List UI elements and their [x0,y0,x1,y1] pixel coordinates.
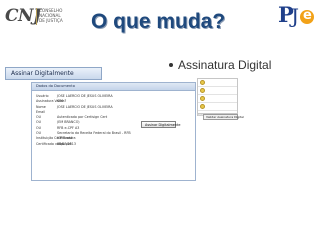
cnj-logo-text: CONSELHO NACIONAL DE JUSTIÇA [39,8,63,24]
lock-icon [200,104,205,109]
document-list-panel [197,78,238,114]
cnj-logo-divider [36,8,37,25]
validate-signature-button[interactable]: Validar Assinatura Digital [203,114,244,120]
slide-title: O que muda? [91,10,226,33]
validate-signature-button-label: Validar Assinatura Digital [206,115,244,119]
field-label: Usuário [36,94,49,98]
window-title: Dados do Documento [36,84,75,88]
field-value: RFB e-CPF A3 [57,125,80,130]
field-label: OU [36,120,42,125]
pje-logo: P J e [278,3,316,29]
field-value: (EM BRANCO) [57,120,80,125]
lock-icon [200,80,205,85]
lock-icon [200,88,205,93]
pje-logo-j: J [291,4,300,28]
bullet-text: Assinatura Digital [178,58,272,72]
assinar-digitalmente-button[interactable]: Assinar Digitalmente [141,121,180,128]
field-value: 08/03/2013 [57,141,77,146]
cnj-logo: CNJ CONSELHO NACIONAL DE JUSTIÇA [5,6,65,28]
list-item[interactable] [198,79,237,87]
list-item[interactable] [198,87,237,95]
field-label: OU [36,131,42,136]
tab-label: Assinar Digitalmente [11,70,74,77]
field-label: OU [36,125,42,130]
field-value: Autenticado por Certisign Cert [57,115,108,120]
assinar-digitalmente-tab[interactable]: Assinar Digitalmente [5,67,102,80]
sign-button-label: Assinar Digitalmente [145,123,181,127]
list-item[interactable] [198,103,237,111]
document-data-window: Dados do Documento Usuário JOSE LAERCIO … [31,82,196,181]
field-label: Nome [36,104,46,109]
field-label: Email [36,109,46,114]
field-value: SIM [57,99,63,104]
field-value: Secretaria da Receita Federal do Brasil … [57,131,131,136]
pje-logo-e: e [303,8,312,23]
field-value: JOSE LAERCIO DE JESUS OLIVEIRA [57,104,113,109]
cnj-logo-line: DE JUSTIÇA [39,18,63,24]
bullet-dot-icon [169,63,173,67]
window-header: Dados do Documento [32,83,195,91]
field-label: OU [36,115,42,120]
lock-icon [200,96,205,101]
list-item[interactable] [198,95,237,103]
field-value: ICP-Brasil [57,136,73,141]
field-row: Certificado válido até 08/03/2013 [36,142,194,147]
field-value: JOSE LAERCIO DE JESUS OLIVEIRA [57,94,113,98]
